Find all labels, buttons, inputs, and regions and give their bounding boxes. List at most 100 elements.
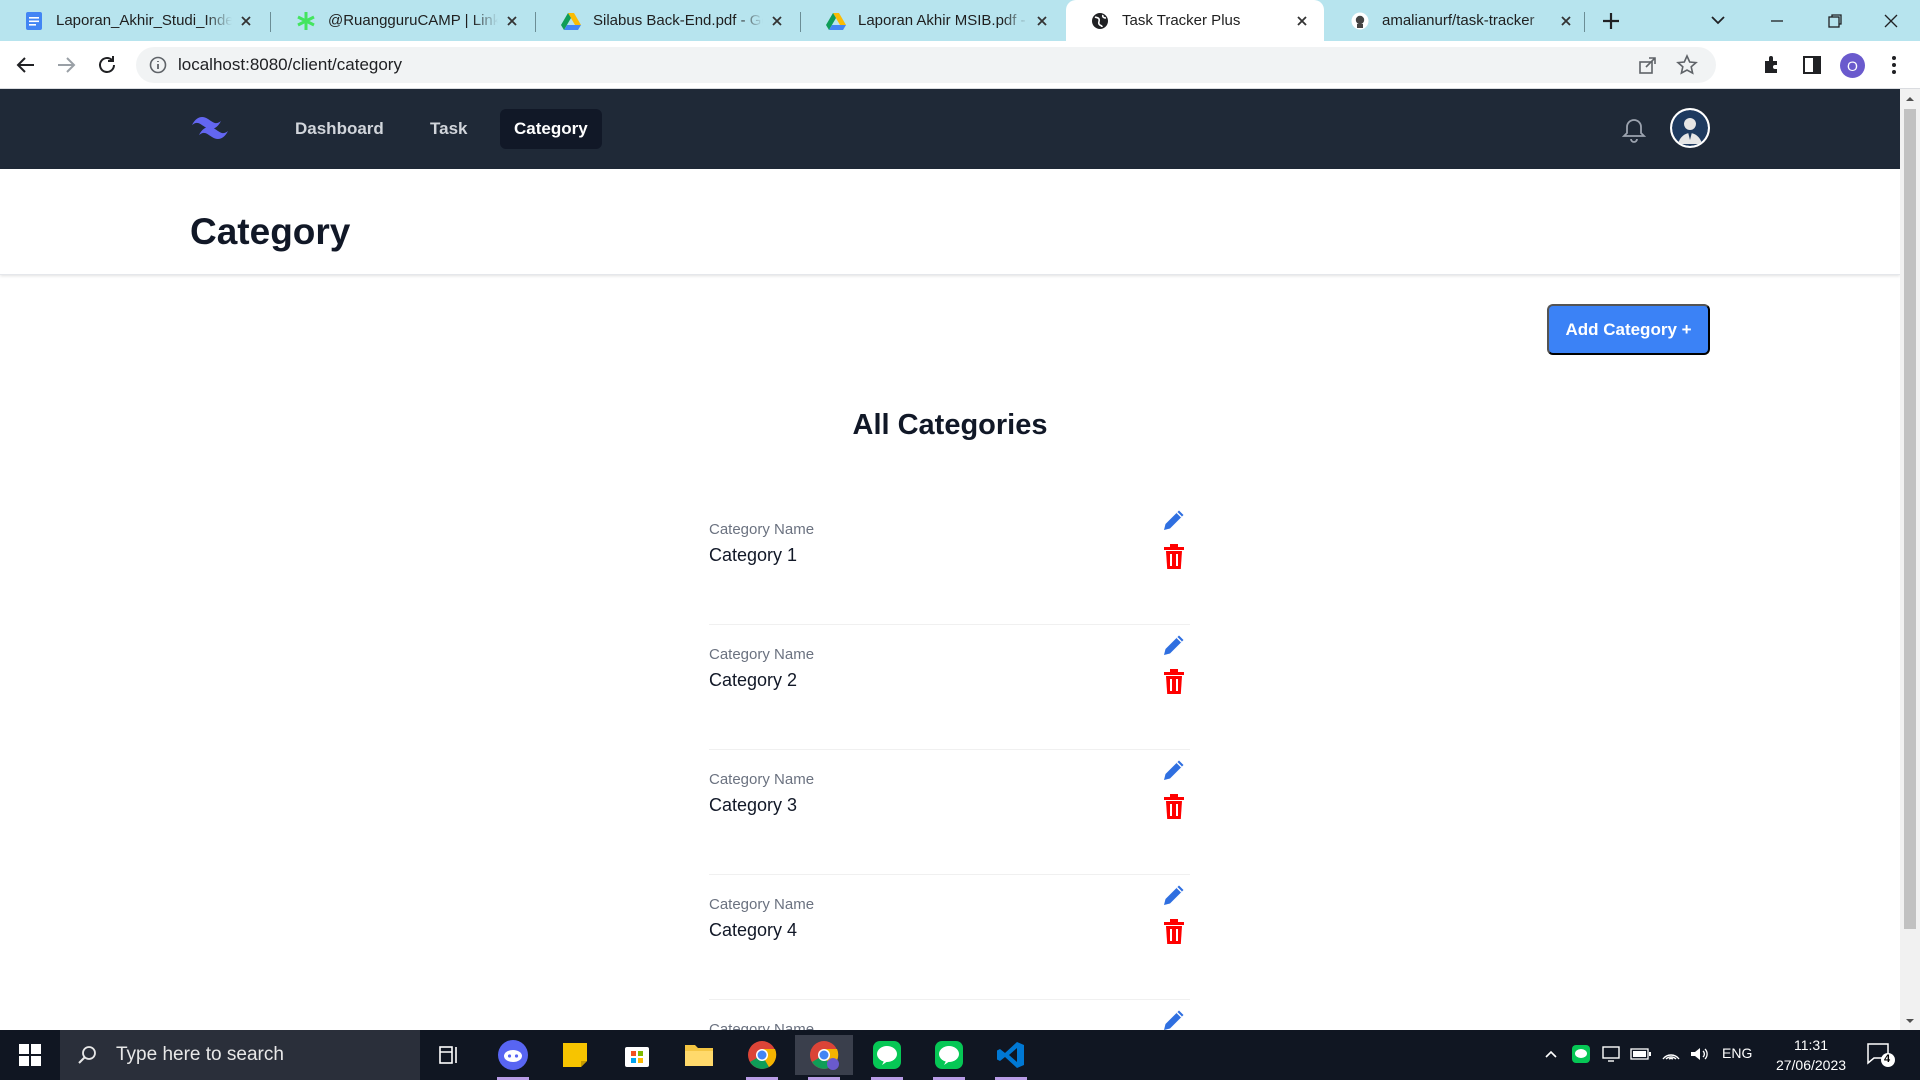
battery-icon[interactable] xyxy=(1630,1043,1652,1065)
chrome-icon[interactable] xyxy=(733,1035,791,1080)
category-name-value: Category 3 xyxy=(709,795,798,815)
browser-tab[interactable]: Laporan Akhir MSIB.pdf - Google Drive xyxy=(802,0,1064,41)
wifi-icon[interactable] xyxy=(1660,1043,1682,1065)
line-tray-icon[interactable] xyxy=(1570,1043,1592,1065)
browser-tab[interactable]: Silabus Back-End.pdf - Google Drive xyxy=(537,0,799,41)
google-drive-icon xyxy=(561,11,581,31)
tailwind-logo-icon[interactable] xyxy=(190,113,232,143)
github-icon xyxy=(1350,11,1370,31)
scroll-down-icon[interactable] xyxy=(1900,1015,1920,1027)
line-icon[interactable] xyxy=(920,1035,978,1080)
vscode-icon[interactable] xyxy=(982,1035,1040,1080)
taskbar-search-box[interactable]: Type here to search xyxy=(60,1030,420,1080)
browser-tab[interactable]: Laporan_Akhir_Studi_Independen xyxy=(0,0,268,41)
chrome-profile-icon[interactable] xyxy=(795,1035,853,1080)
extensions-puzzle-icon[interactable] xyxy=(1760,53,1784,77)
side-panel-icon[interactable] xyxy=(1800,53,1824,77)
nav-link-category[interactable]: Category xyxy=(500,109,602,149)
close-icon[interactable] xyxy=(504,13,520,29)
tab-separator xyxy=(270,12,271,32)
language-indicator[interactable]: ENG xyxy=(1722,1045,1752,1061)
category-item: Category Name Category 1 xyxy=(709,500,1190,625)
url-text: localhost:8080/client/category xyxy=(178,55,402,74)
minimize-icon[interactable] xyxy=(1748,0,1806,41)
chevron-down-icon[interactable] xyxy=(1708,10,1728,30)
page-scrollbar[interactable] xyxy=(1900,89,1920,1030)
list-heading: All Categories xyxy=(852,409,1048,441)
category-item: Category Name Category 4 xyxy=(709,875,1190,1000)
browser-profile-avatar[interactable]: O xyxy=(1840,53,1865,78)
category-item: Category Name Category 3 xyxy=(709,750,1190,875)
tab-title: Task Tracker Plus xyxy=(1122,12,1241,29)
google-docs-icon xyxy=(24,11,44,31)
info-icon[interactable] xyxy=(149,56,167,74)
tab-title: amalianurf/task-tracker xyxy=(1382,12,1535,29)
line-icon[interactable] xyxy=(858,1035,916,1080)
globe-icon xyxy=(1090,11,1110,31)
pencil-edit-icon[interactable] xyxy=(1161,882,1187,908)
notification-center-icon[interactable]: 4 xyxy=(1866,1042,1896,1068)
category-name-label: Category Name xyxy=(709,521,815,538)
tab-title: Laporan_Akhir_Studi_Independen xyxy=(56,12,232,29)
close-icon[interactable] xyxy=(238,13,254,29)
tab-separator xyxy=(535,12,536,32)
reload-icon[interactable] xyxy=(95,53,119,77)
page-title: Category xyxy=(190,211,351,252)
browser-tab-strip: Laporan_Akhir_Studi_Independen @Ruanggur… xyxy=(0,0,1920,41)
forward-arrow-icon[interactable] xyxy=(54,53,78,77)
browser-tab-active[interactable]: Task Tracker Plus xyxy=(1066,0,1324,41)
volume-icon[interactable] xyxy=(1688,1043,1710,1065)
microsoft-store-icon[interactable] xyxy=(608,1035,666,1075)
back-arrow-icon[interactable] xyxy=(14,53,38,77)
nav-link-dashboard[interactable]: Dashboard xyxy=(281,109,398,149)
close-icon[interactable] xyxy=(1034,13,1050,29)
clock-date: 27/06/2023 xyxy=(1775,1057,1847,1073)
trash-delete-icon[interactable] xyxy=(1163,669,1185,695)
bookmark-star-icon[interactable] xyxy=(1676,54,1698,76)
browser-tab[interactable]: @RuangguruCAMP | Linktree xyxy=(272,0,534,41)
clock-time: 11:31 xyxy=(1794,1037,1828,1053)
trash-delete-icon[interactable] xyxy=(1163,919,1185,945)
category-item: Category Name xyxy=(709,1000,1190,1030)
user-avatar[interactable] xyxy=(1670,108,1710,148)
trash-delete-icon[interactable] xyxy=(1163,544,1185,570)
address-bar[interactable]: localhost:8080/client/category xyxy=(136,47,1716,83)
monitor-tray-icon[interactable] xyxy=(1600,1043,1622,1065)
close-icon[interactable] xyxy=(1294,13,1310,29)
close-icon[interactable] xyxy=(1558,13,1574,29)
share-icon[interactable] xyxy=(1638,55,1658,75)
browser-toolbar: localhost:8080/client/category O xyxy=(0,41,1920,89)
google-drive-icon xyxy=(826,11,846,31)
task-view-icon[interactable] xyxy=(420,1035,478,1075)
pencil-edit-icon[interactable] xyxy=(1161,757,1187,783)
scrollbar-thumb[interactable] xyxy=(1904,109,1916,929)
nav-link-task[interactable]: Task xyxy=(416,109,482,149)
pencil-edit-icon[interactable] xyxy=(1161,507,1187,533)
pencil-edit-icon[interactable] xyxy=(1161,1007,1187,1030)
chevron-up-icon[interactable] xyxy=(1540,1043,1562,1065)
taskbar-clock[interactable]: 11:31 27/06/2023 xyxy=(1766,1035,1856,1075)
kebab-menu-icon[interactable] xyxy=(1882,53,1906,77)
new-tab-icon[interactable] xyxy=(1598,8,1624,34)
sticky-notes-icon[interactable] xyxy=(546,1035,604,1075)
file-explorer-icon[interactable] xyxy=(670,1035,728,1075)
category-name-value: Category 4 xyxy=(709,920,798,940)
close-icon[interactable] xyxy=(769,13,785,29)
restore-icon[interactable] xyxy=(1806,0,1864,41)
bell-icon[interactable] xyxy=(1620,116,1648,144)
category-item: Category Name Category 2 xyxy=(709,625,1190,750)
windows-start-icon[interactable] xyxy=(0,1030,60,1080)
add-category-button[interactable]: Add Category + xyxy=(1547,304,1710,355)
category-name-value: Category 2 xyxy=(709,670,798,690)
browser-tab[interactable]: amalianurf/task-tracker xyxy=(1326,0,1588,41)
scroll-up-icon[interactable] xyxy=(1900,92,1920,104)
linktree-icon xyxy=(296,11,316,31)
tab-title: @RuangguruCAMP | Linktree xyxy=(328,12,498,29)
app-navbar: Dashboard Task Category xyxy=(0,89,1900,169)
category-name-label: Category Name xyxy=(709,646,815,663)
tab-title: Laporan Akhir MSIB.pdf - Google Drive xyxy=(858,12,1028,29)
pencil-edit-icon[interactable] xyxy=(1161,632,1187,658)
window-close-icon[interactable] xyxy=(1862,0,1920,41)
trash-delete-icon[interactable] xyxy=(1163,794,1185,820)
discord-icon[interactable] xyxy=(484,1035,542,1080)
